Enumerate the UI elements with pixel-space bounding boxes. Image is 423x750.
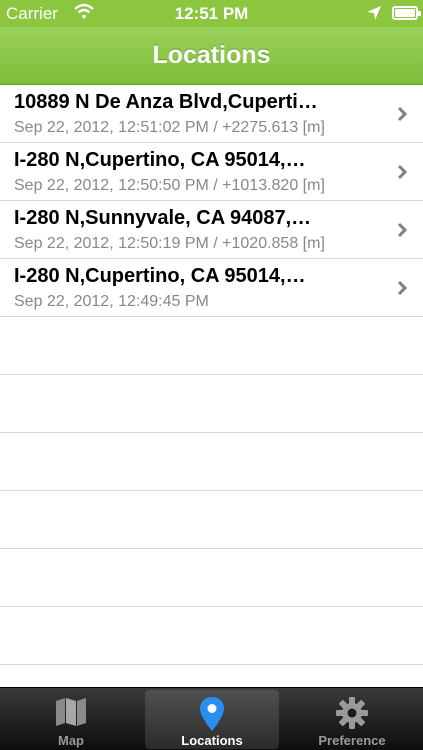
chevron-right-icon: [397, 106, 408, 127]
tab-label: Locations: [181, 733, 243, 748]
empty-row: [0, 433, 423, 491]
location-address: I-280 N,Cupertino, CA 95014,…: [14, 265, 306, 287]
empty-row: [0, 375, 423, 433]
empty-row: [0, 317, 423, 375]
locations-list: 10889 N De Anza Blvd,Cuperti… Sep 22, 20…: [0, 85, 423, 687]
empty-row: [0, 549, 423, 607]
navigation-bar: Locations: [0, 27, 423, 85]
chevron-right-icon: [397, 280, 408, 301]
tab-label: Map: [58, 733, 84, 748]
status-time: 12:51 PM: [174, 4, 249, 23]
location-pin-icon: [145, 696, 279, 731]
location-address: 10889 N De Anza Blvd,Cuperti…: [14, 91, 318, 113]
empty-row: [0, 607, 423, 665]
list-item[interactable]: I-280 N,Cupertino, CA 95014,… Sep 22, 20…: [0, 259, 423, 317]
list-item[interactable]: 10889 N De Anza Blvd,Cuperti… Sep 22, 20…: [0, 85, 423, 143]
chevron-right-icon: [397, 222, 408, 243]
location-detail: Sep 22, 2012, 12:50:19 PM / +1020.858 [m…: [14, 235, 325, 252]
location-detail: Sep 22, 2012, 12:50:50 PM / +1013.820 [m…: [14, 177, 325, 194]
status-bar: Carrier 12:51 PM: [0, 0, 423, 27]
chevron-right-icon: [397, 164, 408, 185]
list-item[interactable]: I-280 N,Cupertino, CA 95014,… Sep 22, 20…: [0, 143, 423, 201]
tab-locations[interactable]: Locations: [145, 690, 279, 749]
list-item[interactable]: I-280 N,Sunnyvale, CA 94087,… Sep 22, 20…: [0, 201, 423, 259]
tab-label: Preference: [318, 733, 386, 748]
location-arrow-icon: [366, 5, 382, 26]
location-detail: Sep 22, 2012, 12:51:02 PM / +2275.613 [m…: [14, 119, 325, 136]
map-icon: [4, 696, 138, 730]
tab-preference[interactable]: Preference: [285, 690, 419, 749]
tab-map[interactable]: Map: [4, 690, 138, 749]
tab-bar: Map Locations Preference: [0, 687, 423, 750]
location-detail: Sep 22, 2012, 12:49:45 PM: [14, 293, 209, 310]
page-title: Locations: [152, 41, 271, 69]
location-address: I-280 N,Sunnyvale, CA 94087,…: [14, 207, 312, 229]
battery-level: [395, 9, 415, 17]
battery-icon: [392, 6, 421, 20]
location-address: I-280 N,Cupertino, CA 95014,…: [14, 149, 306, 171]
gear-icon: [285, 696, 419, 730]
empty-row: [0, 491, 423, 549]
